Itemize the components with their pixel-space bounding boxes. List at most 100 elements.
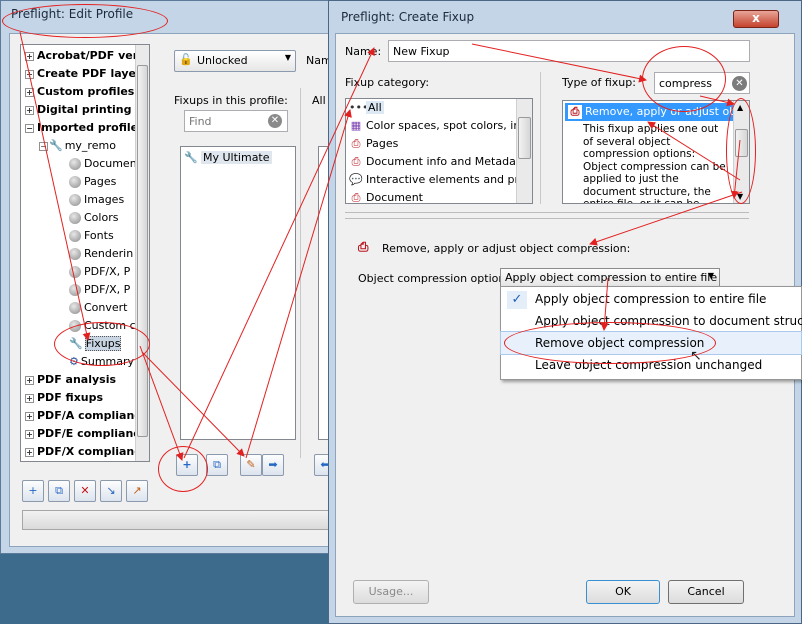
category-item[interactable]: ⎙ Document — [346, 189, 516, 204]
category-label: Document info and Metadata — [366, 155, 516, 168]
category-scrollbar[interactable] — [516, 99, 532, 203]
move-right-icon[interactable]: ➡ — [262, 454, 284, 476]
check-category-icon — [69, 230, 81, 242]
category-scroll-thumb[interactable] — [518, 117, 531, 159]
duplicate-fixup-icon[interactable]: ⧉ — [206, 454, 228, 476]
tree-item-label: PDF/X, P — [84, 265, 131, 278]
fixups-label: Fixups in this profile: — [174, 94, 288, 107]
check-category-icon — [69, 176, 81, 188]
tree-item-label: Renderin — [84, 247, 134, 260]
expand-icon[interactable]: + — [25, 430, 34, 439]
tree-item-label: Fonts — [84, 229, 114, 242]
name-label: Name: — [345, 45, 382, 58]
profile-tree[interactable]: + Acrobat/PDF ver + Create PDF layer + Custom… — [20, 44, 150, 462]
ok-button[interactable]: OK — [586, 580, 660, 604]
category-item[interactable]: 💬Interactive elements and prope — [346, 171, 516, 189]
category-item[interactable]: ⎙ Pages — [346, 135, 516, 153]
tree-item-label: PDF analysis — [37, 373, 117, 386]
export-profile-icon[interactable]: ↗ — [126, 480, 148, 502]
expand-icon[interactable]: + — [25, 88, 34, 97]
expand-icon[interactable]: + — [25, 52, 34, 61]
tree-scrollbar[interactable] — [135, 45, 149, 461]
pdf-icon: ⎙ — [351, 137, 361, 150]
tree-item-label: Acrobat/PDF ver — [37, 49, 139, 62]
horizontal-divider — [345, 212, 749, 213]
tree-item-label: PDF fixups — [37, 391, 104, 404]
tree-item-label: Images — [84, 193, 125, 206]
lock-dropdown[interactable]: 🔓 Unlocked ▼ — [174, 50, 296, 72]
list-item[interactable]: 🔧 My Ultimate — [181, 149, 295, 167]
cancel-button[interactable]: Cancel — [668, 580, 744, 604]
import-profile-icon[interactable]: ↘ — [100, 480, 122, 502]
annotation-ellipse — [504, 322, 716, 364]
menu-item-entire-file[interactable]: Apply object compression to entire file — [501, 288, 801, 310]
category-item[interactable]: •••All — [346, 99, 516, 117]
expand-icon[interactable]: + — [25, 376, 34, 385]
fixups-in-profile-list[interactable]: 🔧 My Ultimate — [180, 146, 296, 440]
divider — [300, 88, 301, 458]
chevron-down-icon: ▼ — [707, 271, 714, 280]
category-label: Interactive elements and prope — [366, 173, 516, 186]
fixup-description: This fixup applies one out of several ob… — [583, 123, 726, 204]
clear-search-icon[interactable]: ✕ — [732, 76, 747, 91]
annotation-ellipse — [54, 322, 150, 366]
tree-item-label: Pages — [84, 175, 117, 188]
collapse-icon[interactable]: − — [25, 124, 34, 133]
new-profile-icon[interactable]: + — [22, 480, 44, 502]
profile-icon: 🔧 — [49, 139, 63, 152]
pdf-icon: ⎙ — [351, 191, 361, 204]
category-item[interactable]: ▦ Color spaces, spot colors, inks — [346, 117, 516, 135]
annotation-ellipse — [2, 4, 168, 38]
lock-icon: 🔓 — [179, 53, 193, 66]
tree-item-label: PDF/X, P — [84, 283, 131, 296]
expand-icon[interactable]: + — [25, 106, 34, 115]
tree-item-label: Convert — [84, 301, 128, 314]
check-category-icon — [69, 212, 81, 224]
comment-icon: 💬 — [349, 173, 363, 186]
tree-item-label: Colors — [84, 211, 119, 224]
annotation-ellipse — [642, 46, 726, 112]
options-label: Object compression options: — [358, 272, 515, 285]
collapse-icon[interactable]: − — [39, 142, 48, 151]
tree-item-label: my_remo — [64, 139, 116, 152]
clear-search-icon[interactable]: ✕ — [268, 114, 282, 128]
vertical-divider — [540, 72, 541, 204]
wrench-icon: 🔧 — [184, 151, 198, 164]
category-item[interactable]: ⎙ Document info and Metadata — [346, 153, 516, 171]
duplicate-profile-icon[interactable]: ⧉ — [48, 480, 70, 502]
check-category-icon — [69, 302, 81, 314]
category-list[interactable]: •••All ▦ Color spaces, spot colors, inks ⎙ P… — [345, 98, 533, 204]
expand-icon[interactable]: + — [25, 70, 34, 79]
tree-item-label: Digital printing a — [37, 103, 143, 116]
check-category-icon — [69, 284, 81, 296]
category-label: Color spaces, spot colors, inks — [366, 119, 516, 132]
delete-profile-icon[interactable]: ✕ — [74, 480, 96, 502]
category-label: Pages — [366, 137, 399, 150]
tree-scroll-thumb[interactable] — [137, 65, 148, 437]
horizontal-divider — [345, 218, 749, 219]
check-category-icon — [69, 194, 81, 206]
annotation-ellipse — [158, 446, 208, 492]
tree-item-label: PDF/A complianc — [37, 409, 141, 422]
edit-fixup-icon[interactable]: ✎ — [240, 454, 262, 476]
tree-item-label: Imported profile — [37, 121, 139, 134]
check-category-icon — [69, 248, 81, 260]
category-label: All — [366, 101, 384, 114]
check-category-icon — [69, 266, 81, 278]
expand-icon[interactable]: + — [25, 412, 34, 421]
usage-button[interactable]: Usage... — [353, 580, 429, 604]
section-heading: Remove, apply or adjust object compressi… — [382, 242, 631, 255]
check-category-icon — [69, 158, 81, 170]
pdf-icon: ⎙ — [351, 155, 361, 168]
close-icon[interactable]: x — [733, 10, 779, 28]
type-label: Type of fixup: — [562, 76, 636, 89]
expand-icon[interactable]: + — [25, 448, 34, 457]
fixup-results-list[interactable]: ⎙Remove, apply or adjust object This fix… — [562, 100, 750, 204]
category-label: Document — [366, 191, 423, 204]
tree-item-label: PDF/X complianc — [37, 445, 141, 458]
expand-icon[interactable]: + — [25, 394, 34, 403]
color-spaces-icon: ▦ — [350, 119, 362, 132]
lock-dropdown-value: Unlocked — [197, 54, 248, 67]
tree-item-label: PDF/E complianc — [37, 427, 140, 440]
compression-options-dropdown[interactable]: Apply object compression to entire file … — [500, 268, 720, 288]
